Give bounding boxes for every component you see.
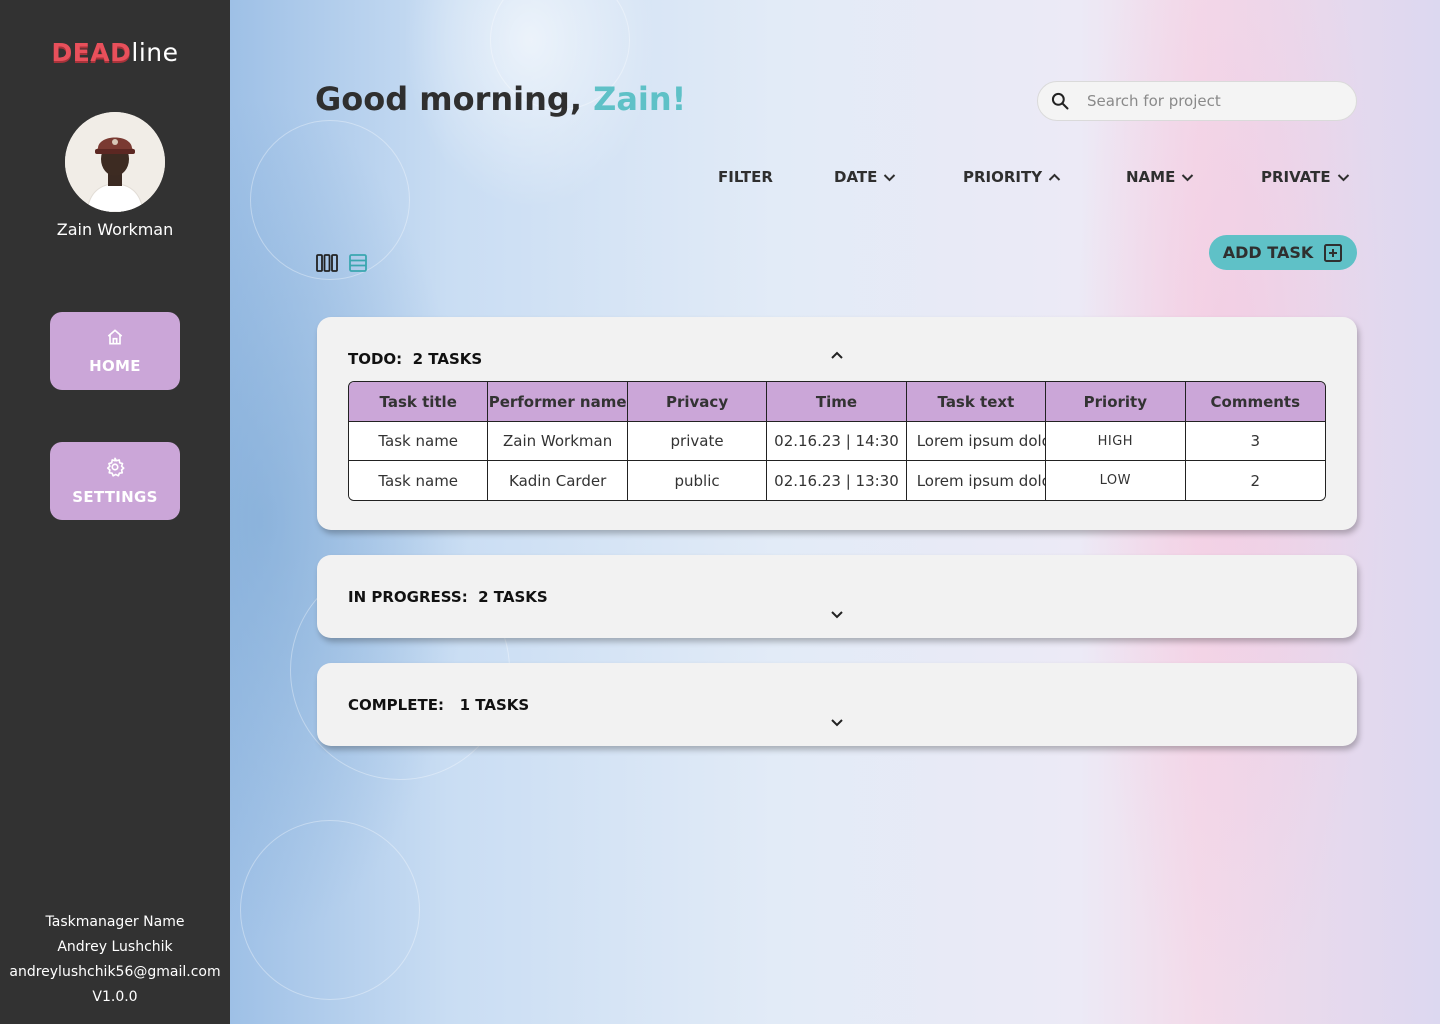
comments-cell: 2 [1185, 461, 1325, 500]
filter-label: FILTER [718, 168, 773, 186]
footer-author: Andrey Lushchik [57, 939, 173, 955]
sidebar-footer: Taskmanager Name Andrey Lushchik andreyl… [0, 910, 230, 1010]
user-name: Zain Workman [56, 220, 174, 239]
sort-date-label: DATE [834, 168, 878, 186]
nav-settings-label: SETTINGS [72, 488, 158, 506]
priority-cell: LOW [1046, 461, 1186, 500]
column-header[interactable]: Task text [906, 382, 1047, 422]
chevron-down-icon [884, 173, 896, 181]
priority-cell: HIGH [1046, 422, 1186, 461]
performer-cell: Kadin Carder [488, 461, 628, 500]
sidebar: DEADline Zain Workman HOME SETTINGS Task… [0, 0, 230, 1024]
table-row[interactable]: Task name Kadin Carder public 02.16.23 |… [349, 461, 1325, 500]
avatar-image [65, 112, 165, 212]
task-title-cell: Task name [349, 461, 489, 500]
app-logo[interactable]: DEADline [0, 38, 230, 67]
todo-group: TODO: 2 TASKS Task title Performer name … [317, 317, 1357, 530]
performer-cell: Zain Workman [488, 422, 628, 461]
logo-light: line [131, 38, 179, 67]
list-view-icon[interactable] [348, 253, 368, 273]
column-header[interactable]: Privacy [627, 382, 768, 422]
footer-email: andreylushchik56@gmail.com [9, 964, 221, 980]
privacy-cell: public [627, 461, 768, 500]
search-input[interactable] [1087, 92, 1327, 110]
column-header[interactable]: Priority [1046, 382, 1186, 422]
table-row[interactable]: Task name Zain Workman private 02.16.23 … [349, 422, 1325, 461]
nav-home-label: HOME [89, 357, 141, 375]
sort-private-button[interactable]: PRIVATE [1261, 168, 1350, 186]
time-cell: 02.16.23 | 13:30 [767, 461, 907, 500]
sort-name-button[interactable]: NAME [1126, 168, 1194, 186]
home-icon [107, 329, 123, 345]
chevron-down-icon [1337, 173, 1349, 181]
time-cell: 02.16.23 | 14:30 [767, 422, 907, 461]
board-view-icon[interactable] [316, 253, 338, 273]
task-text-cell: Lorem ipsum dolor sit amet [906, 422, 1047, 461]
column-header[interactable]: Comments [1185, 382, 1325, 422]
filter-button[interactable]: FILTER [718, 168, 773, 186]
in-progress-group-title: IN PROGRESS: 2 TASKS [348, 588, 548, 606]
expand-chevron-down-icon[interactable] [830, 610, 844, 619]
avatar[interactable] [65, 112, 165, 212]
table-header-row: Task title Performer name Privacy Time T… [349, 382, 1325, 422]
nav-home-button[interactable]: HOME [50, 312, 180, 390]
task-title-cell: Task name [349, 422, 489, 461]
sort-name-label: NAME [1126, 168, 1176, 186]
greeting-prefix: Good morning, [315, 80, 594, 118]
expand-chevron-down-icon[interactable] [830, 718, 844, 727]
greeting-heading: Good morning, Zain! [315, 80, 686, 118]
complete-group-title: COMPLETE: 1 TASKS [348, 696, 530, 714]
in-progress-group[interactable]: IN PROGRESS: 2 TASKS [317, 555, 1357, 638]
nav-settings-button[interactable]: SETTINGS [50, 442, 180, 520]
sort-date-button[interactable]: DATE [834, 168, 896, 186]
plus-square-icon [1324, 243, 1343, 262]
tasks-table: Task title Performer name Privacy Time T… [348, 381, 1326, 501]
filter-bar: FILTER DATE PRIORITY NAME PRIVATE [0, 168, 1440, 190]
sort-private-label: PRIVATE [1261, 168, 1331, 186]
chevron-up-icon [1048, 173, 1061, 181]
add-task-label: ADD TASK [1222, 243, 1314, 262]
todo-group-title: TODO: 2 TASKS [348, 350, 483, 368]
comments-cell: 3 [1185, 422, 1325, 461]
complete-group[interactable]: COMPLETE: 1 TASKS [317, 663, 1357, 746]
gear-icon [106, 457, 125, 477]
view-toggle [316, 253, 368, 273]
logo-strong: DEAD [51, 38, 132, 67]
task-text-cell: Lorem ipsum dolor sit amet [906, 461, 1047, 500]
column-header[interactable]: Performer name [488, 382, 628, 422]
chevron-down-icon [1182, 173, 1194, 181]
sort-priority-button[interactable]: PRIORITY [963, 168, 1061, 186]
search-box[interactable] [1037, 81, 1357, 121]
column-header[interactable]: Time [767, 382, 907, 422]
background-bubble [240, 820, 420, 1000]
footer-version: V1.0.0 [92, 989, 138, 1005]
greeting-user-name: Zain! [593, 80, 687, 118]
column-header[interactable]: Task title [349, 382, 489, 422]
add-task-button[interactable]: ADD TASK [1209, 235, 1357, 270]
privacy-cell: private [627, 422, 768, 461]
footer-app-name: Taskmanager Name [45, 914, 185, 930]
sort-priority-label: PRIORITY [963, 168, 1043, 186]
collapse-chevron-up-icon[interactable] [830, 351, 844, 360]
search-icon [1051, 92, 1069, 110]
